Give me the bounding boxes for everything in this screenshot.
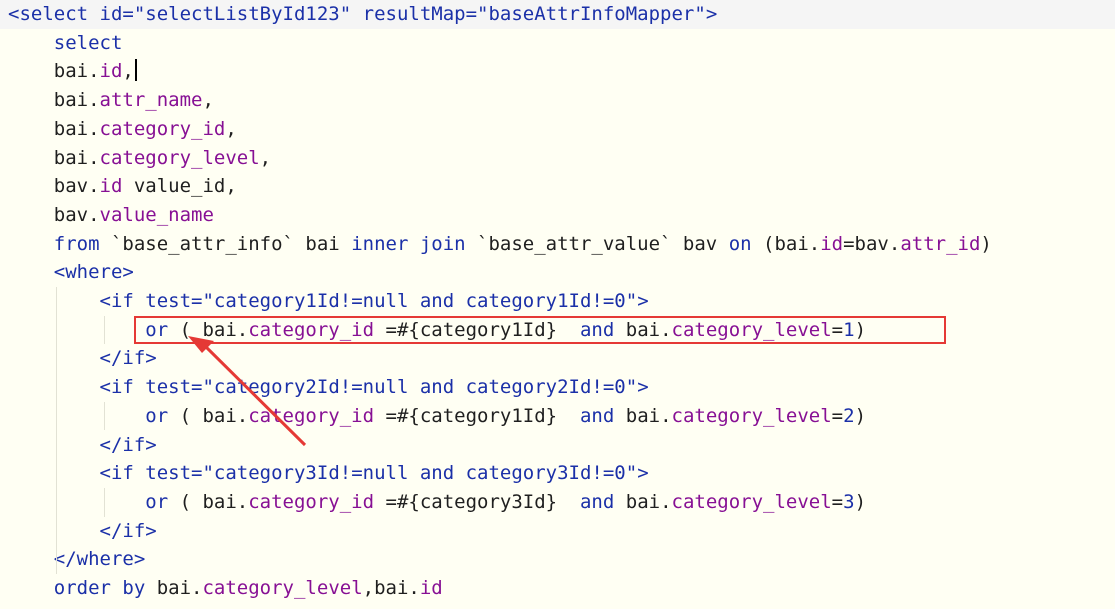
code-editor[interactable]: <select id="selectListById123" resultMap… [0, 0, 1115, 609]
annotation-arrow-icon [188, 336, 307, 447]
